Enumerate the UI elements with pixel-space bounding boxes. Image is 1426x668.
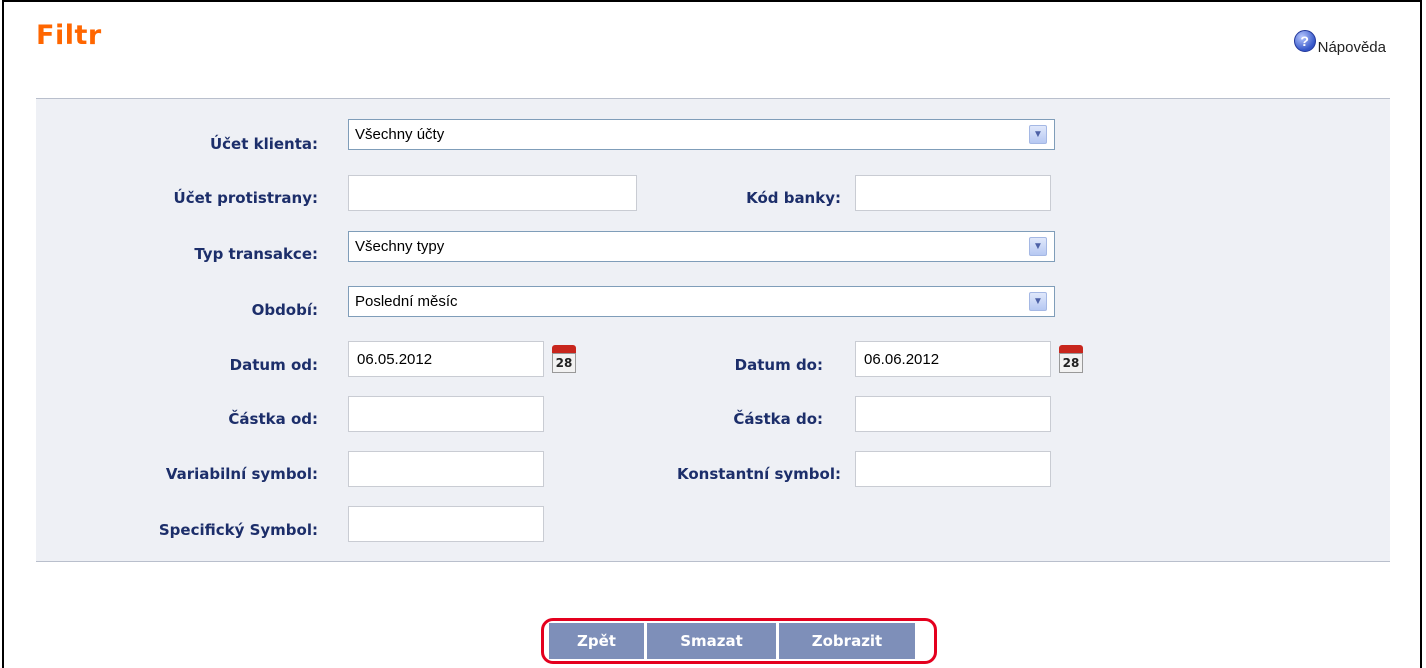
obdobi-value: Poslední měsíc: [355, 293, 458, 310]
castka-od-input[interactable]: [348, 396, 544, 432]
datum-do-input[interactable]: [855, 341, 1051, 377]
help-icon: ?: [1293, 30, 1316, 52]
calendar-icon[interactable]: 28: [549, 343, 579, 376]
typ-transakce-label: Typ transakce:: [194, 245, 318, 263]
konstantni-symbol-input[interactable]: [855, 451, 1051, 487]
variabilni-symbol-label: Variabilní symbol:: [165, 465, 318, 483]
filter-panel: [36, 98, 1390, 562]
ucet-protistrany-label: Účet protistrany:: [173, 189, 318, 207]
action-button-group: Zpět Smazat Zobrazit: [541, 618, 937, 664]
help-label: Nápověda: [1317, 38, 1386, 56]
specificky-symbol-label: Specifický Symbol:: [158, 521, 318, 539]
typ-transakce-select[interactable]: Všechny typy ▼: [348, 231, 1055, 262]
clear-button[interactable]: Smazat: [647, 623, 777, 659]
calendar-icon-day: 28: [1059, 353, 1083, 373]
datum-do-label: Datum do:: [734, 356, 823, 374]
ucet-protistrany-input[interactable]: [348, 175, 637, 211]
chevron-down-icon[interactable]: ▼: [1029, 292, 1047, 311]
page-title: Filtr: [36, 20, 102, 51]
castka-od-label: Částka od:: [228, 410, 318, 428]
show-button[interactable]: Zobrazit: [779, 623, 915, 659]
back-button[interactable]: Zpět: [549, 623, 645, 659]
chevron-down-icon[interactable]: ▼: [1029, 125, 1047, 144]
obdobi-label: Období:: [251, 301, 318, 319]
chevron-down-icon[interactable]: ▼: [1029, 237, 1047, 256]
ucet-klienta-label: Účet klienta:: [209, 135, 318, 153]
obdobi-select[interactable]: Poslední měsíc ▼: [348, 286, 1055, 317]
specificky-symbol-input[interactable]: [348, 506, 544, 542]
ucet-klienta-value: Všechny účty: [355, 126, 445, 143]
help-link[interactable]: ? Nápověda: [1293, 30, 1386, 58]
typ-transakce-value: Všechny typy: [355, 238, 445, 255]
datum-od-input[interactable]: [348, 341, 544, 377]
datum-od-label: Datum od:: [229, 356, 318, 374]
konstantni-symbol-label: Konstantní symbol:: [677, 465, 841, 483]
calendar-icon[interactable]: 28: [1056, 343, 1086, 376]
castka-do-input[interactable]: [855, 396, 1051, 432]
ucet-klienta-select[interactable]: Všechny účty ▼: [348, 119, 1055, 150]
kod-banky-input[interactable]: [855, 175, 1051, 211]
variabilni-symbol-input[interactable]: [348, 451, 544, 487]
castka-do-label: Částka do:: [733, 410, 823, 428]
calendar-icon-day: 28: [552, 353, 576, 373]
kod-banky-label: Kód banky:: [746, 189, 841, 207]
